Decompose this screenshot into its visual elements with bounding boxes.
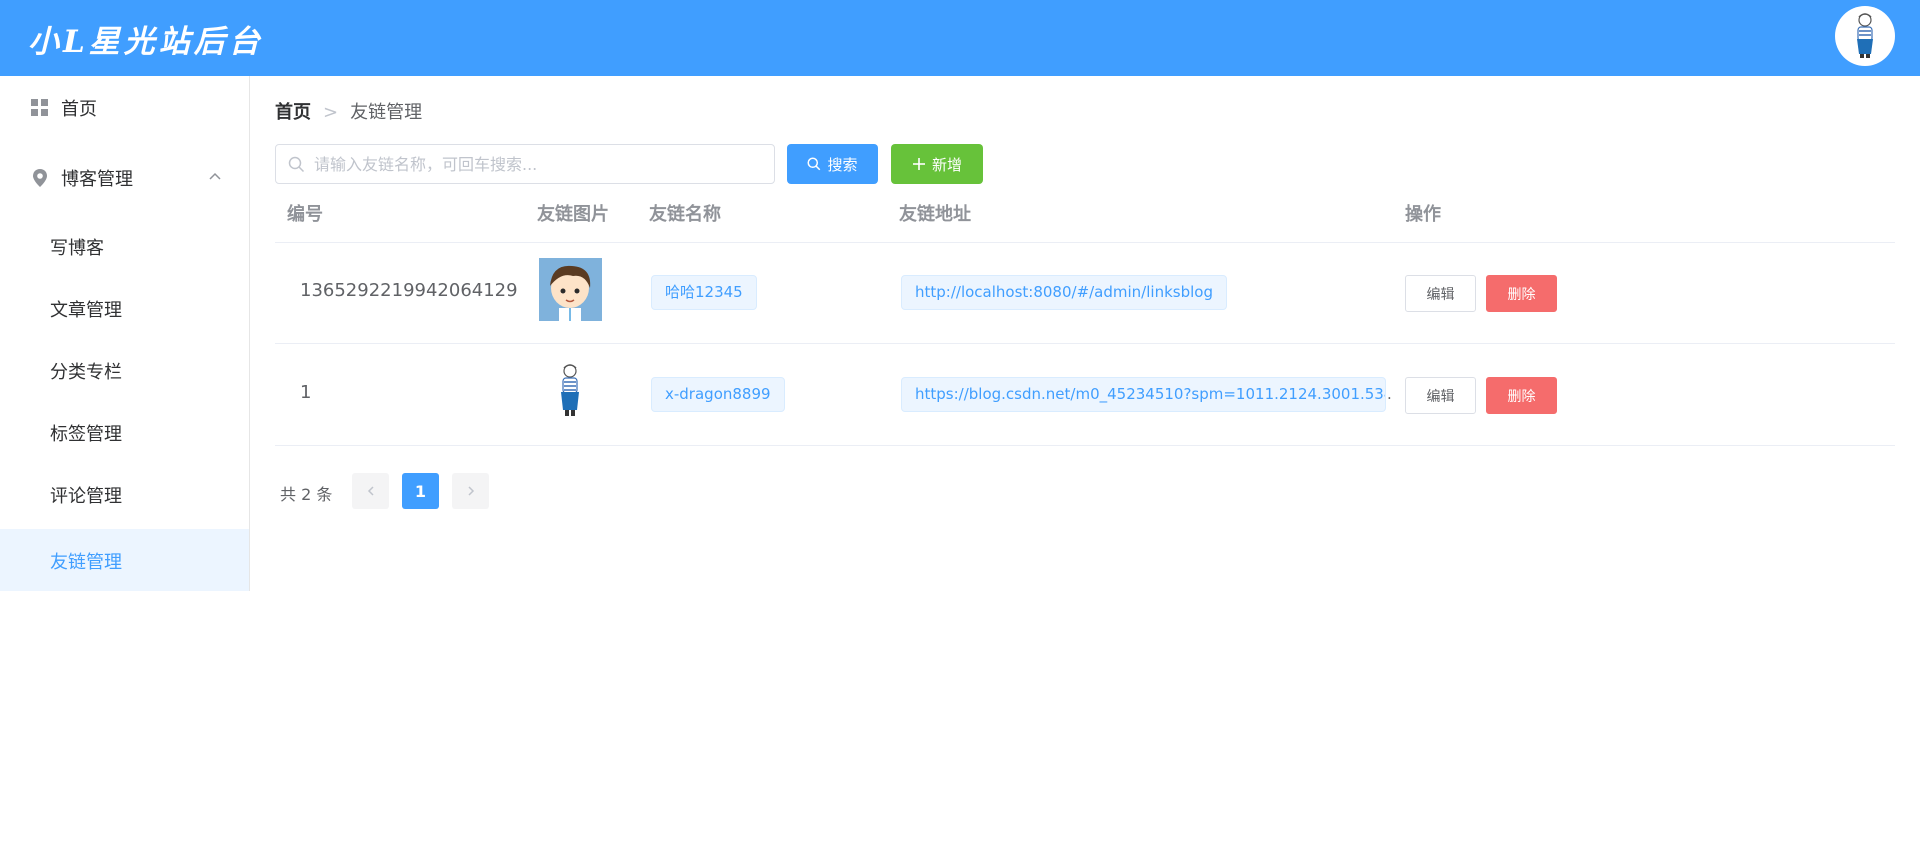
link-image (539, 258, 602, 321)
link-id: 1 (300, 382, 312, 403)
next-page-button[interactable] (452, 473, 489, 509)
grid-icon (31, 99, 48, 116)
search-input[interactable] (314, 145, 764, 183)
edit-button[interactable]: 编辑 (1405, 377, 1476, 414)
link-id: 1365292219942064129 (300, 280, 518, 301)
sidebar-group-blog-management[interactable]: 博客管理 (0, 146, 249, 208)
page-number-button[interactable]: 1 (402, 473, 439, 509)
prev-page-button[interactable] (352, 473, 389, 509)
delete-button[interactable]: 删除 (1486, 275, 1557, 312)
column-header-id: 编号 (287, 204, 323, 225)
sidebar-item-label: 写博客 (50, 238, 104, 259)
edit-button[interactable]: 编辑 (1405, 275, 1476, 312)
site-logo[interactable]: 小L星光站后台 (28, 16, 264, 61)
link-url-tag[interactable]: http://localhost:8080/#/admin/linksblog (901, 275, 1227, 310)
sidebar-item-label: 友链管理 (50, 552, 122, 573)
search-icon (807, 157, 821, 171)
sidebar-item-comment-management[interactable]: 评论管理 (0, 463, 249, 525)
url-overflow-marker: . (1387, 385, 1392, 403)
sidebar-item-label: 文章管理 (50, 300, 122, 321)
sidebar: 首页 博客管理 写博客 文章管理 分类专栏 标签管理 评论管理 友链管理 (0, 76, 250, 591)
chevron-left-icon (367, 486, 374, 496)
sidebar-item-article-management[interactable]: 文章管理 (0, 277, 249, 339)
search-button-label: 搜索 (827, 155, 858, 174)
breadcrumb-current: 友链管理 (350, 102, 423, 123)
main-content: 首页 > 友链管理 搜索 新增 编号 友链图片 友链名称 友链地址 操作 13652… (250, 76, 1920, 851)
user-avatar[interactable] (1835, 6, 1895, 66)
sidebar-group-label: 博客管理 (61, 169, 133, 190)
location-pin-icon (33, 169, 47, 187)
chevron-right-icon (467, 486, 474, 496)
sidebar-item-label: 标签管理 (50, 424, 122, 445)
sidebar-item-tag-management[interactable]: 标签管理 (0, 401, 249, 463)
link-url-tag[interactable]: https://blog.csdn.net/m0_45234510?spm=10… (901, 377, 1386, 412)
column-header-image: 友链图片 (537, 204, 609, 225)
sidebar-item-label: 分类专栏 (50, 362, 122, 383)
column-header-actions: 操作 (1405, 204, 1441, 225)
add-link-button[interactable]: 新增 (891, 144, 983, 184)
delete-button[interactable]: 删除 (1486, 377, 1557, 414)
avatar-illustration-icon (1857, 13, 1873, 58)
search-icon (288, 156, 305, 173)
column-header-url: 友链地址 (899, 204, 971, 225)
sidebar-item-friend-links[interactable]: 友链管理 (0, 529, 249, 591)
search-button[interactable]: 搜索 (787, 144, 878, 184)
link-name-tag: x-dragon8899 (651, 377, 785, 412)
top-header: 小L星光站后台 (0, 0, 1920, 76)
sidebar-item-category-columns[interactable]: 分类专栏 (0, 339, 249, 401)
breadcrumb-home[interactable]: 首页 (275, 102, 311, 123)
pagination-total: 共 2 条 (280, 485, 333, 504)
breadcrumb-separator-icon: > (323, 102, 339, 123)
cartoon-man-avatar-icon (539, 360, 602, 423)
breadcrumb: 首页 > 友链管理 (275, 98, 422, 124)
table-row: 1365292219942064129 哈哈12345 http://local… (275, 243, 1895, 344)
sidebar-item-label: 评论管理 (50, 486, 122, 507)
sidebar-item-write-blog[interactable]: 写博客 (0, 215, 249, 277)
sidebar-item-home[interactable]: 首页 (0, 76, 249, 138)
link-name-tag: 哈哈12345 (651, 275, 757, 310)
column-header-name: 友链名称 (649, 204, 721, 225)
chevron-up-icon (209, 172, 221, 180)
sidebar-item-home-label: 首页 (61, 99, 97, 120)
plus-icon (912, 158, 925, 170)
search-field[interactable] (275, 144, 775, 184)
cartoon-boy-avatar-icon (539, 258, 602, 321)
table-row: 1 x-dragon8899 https://blog.csdn.net/m0_… (275, 345, 1895, 446)
link-image (539, 360, 602, 423)
add-button-label: 新增 (931, 155, 962, 174)
